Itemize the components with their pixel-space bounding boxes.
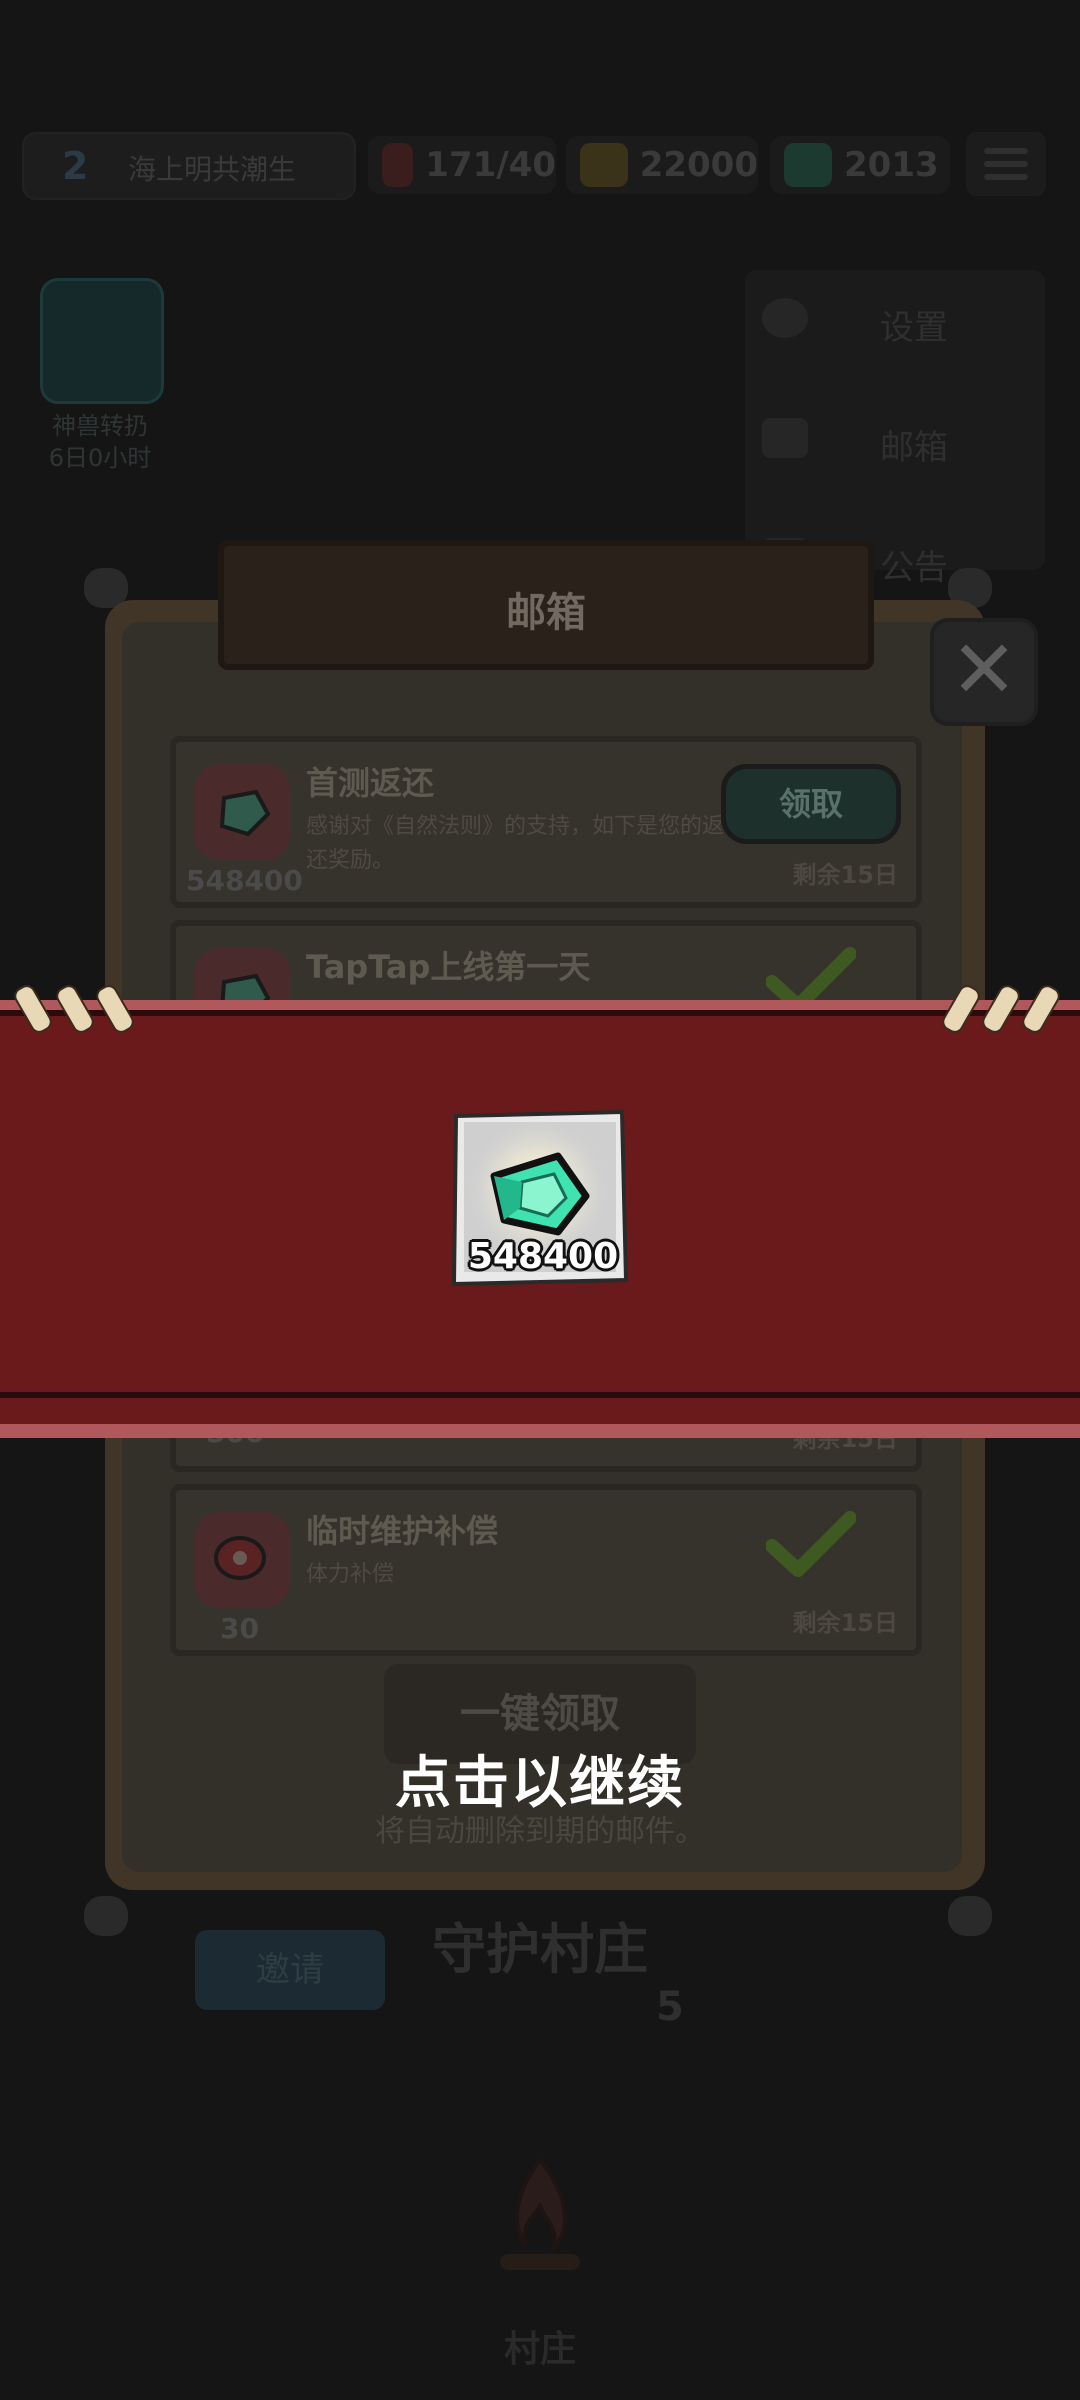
menu-item-settings[interactable]: 设置	[745, 270, 1045, 370]
village-title: 守护村庄	[432, 1918, 648, 1981]
claim-button[interactable]: 领取	[721, 764, 901, 844]
mail-icon	[762, 418, 808, 458]
banner-edge	[0, 1010, 1080, 1016]
menu-item-label: 邮箱	[880, 428, 948, 468]
invite-button[interactable]: 邀请	[195, 1930, 385, 2010]
player-info-pill[interactable]: 2 海上明共潮生	[22, 132, 356, 200]
side-event-button[interactable]: 神兽转扔 6日0小时	[30, 272, 170, 472]
menu-item-label: 设置	[880, 308, 948, 348]
event-label-line1: 神兽转扔	[52, 412, 148, 440]
close-button[interactable]: ✕	[930, 618, 1038, 726]
player-name: 海上明共潮生	[128, 153, 297, 186]
stamina-value: 171/40	[425, 145, 556, 185]
mail-reward-amount: 548400	[186, 864, 303, 897]
mail-description: 体力补偿	[306, 1562, 395, 1587]
village-level: 5	[656, 1984, 684, 2030]
player-level: 2	[62, 144, 89, 188]
reward-amount: 548400	[467, 1236, 619, 1277]
stamina-counter[interactable]: 171/40	[368, 136, 556, 194]
tap-to-continue[interactable]: 点击以继续	[0, 1738, 1080, 1819]
event-portrait-icon	[40, 278, 164, 404]
mail-item[interactable]: 临时维护补偿 体力补偿 30 剩余15日	[170, 1484, 922, 1656]
event-timer: 6日0小时	[48, 444, 152, 472]
menu-item-label: 公告	[880, 548, 948, 588]
mail-expire: 剩余15日	[792, 861, 898, 889]
mail-reward-amount: 30	[220, 1612, 259, 1645]
gem-value: 2013	[844, 145, 939, 185]
close-icon: ✕	[950, 623, 1018, 716]
mail-title: 首测返还	[306, 764, 435, 802]
tab-village[interactable]: 村庄	[490, 2320, 590, 2372]
check-icon	[766, 1511, 856, 1577]
gem-icon	[784, 143, 832, 187]
gem-icon	[194, 764, 290, 860]
mail-description: 感谢对《自然法则》的支持，如下是您的返还奖励。	[306, 814, 725, 873]
gold-value: 22000	[639, 145, 758, 185]
mail-expire: 剩余15日	[792, 1609, 898, 1637]
mail-item[interactable]: 首测返还 感谢对《自然法则》的支持，如下是您的返还奖励。 548400 领取 剩…	[170, 736, 922, 908]
gold-ore-icon	[580, 143, 628, 187]
menu-item-mailbox[interactable]: 邮箱	[745, 390, 1045, 490]
dropdown-menu: 设置 邮箱 公告	[745, 270, 1045, 588]
gem-counter[interactable]: 2013	[770, 136, 950, 194]
hamburger-icon[interactable]	[966, 132, 1046, 196]
banner-edge	[0, 1392, 1080, 1398]
campfire-icon	[500, 2156, 580, 2270]
gear-icon	[762, 298, 808, 338]
meat-icon	[382, 143, 414, 187]
gold-counter[interactable]: 22000	[566, 136, 758, 194]
dialog-title: 邮箱	[506, 590, 586, 636]
meat-icon	[194, 1512, 290, 1608]
mail-title: TapTap上线第一天	[306, 948, 591, 986]
mail-title: 临时维护补偿	[306, 1512, 499, 1550]
